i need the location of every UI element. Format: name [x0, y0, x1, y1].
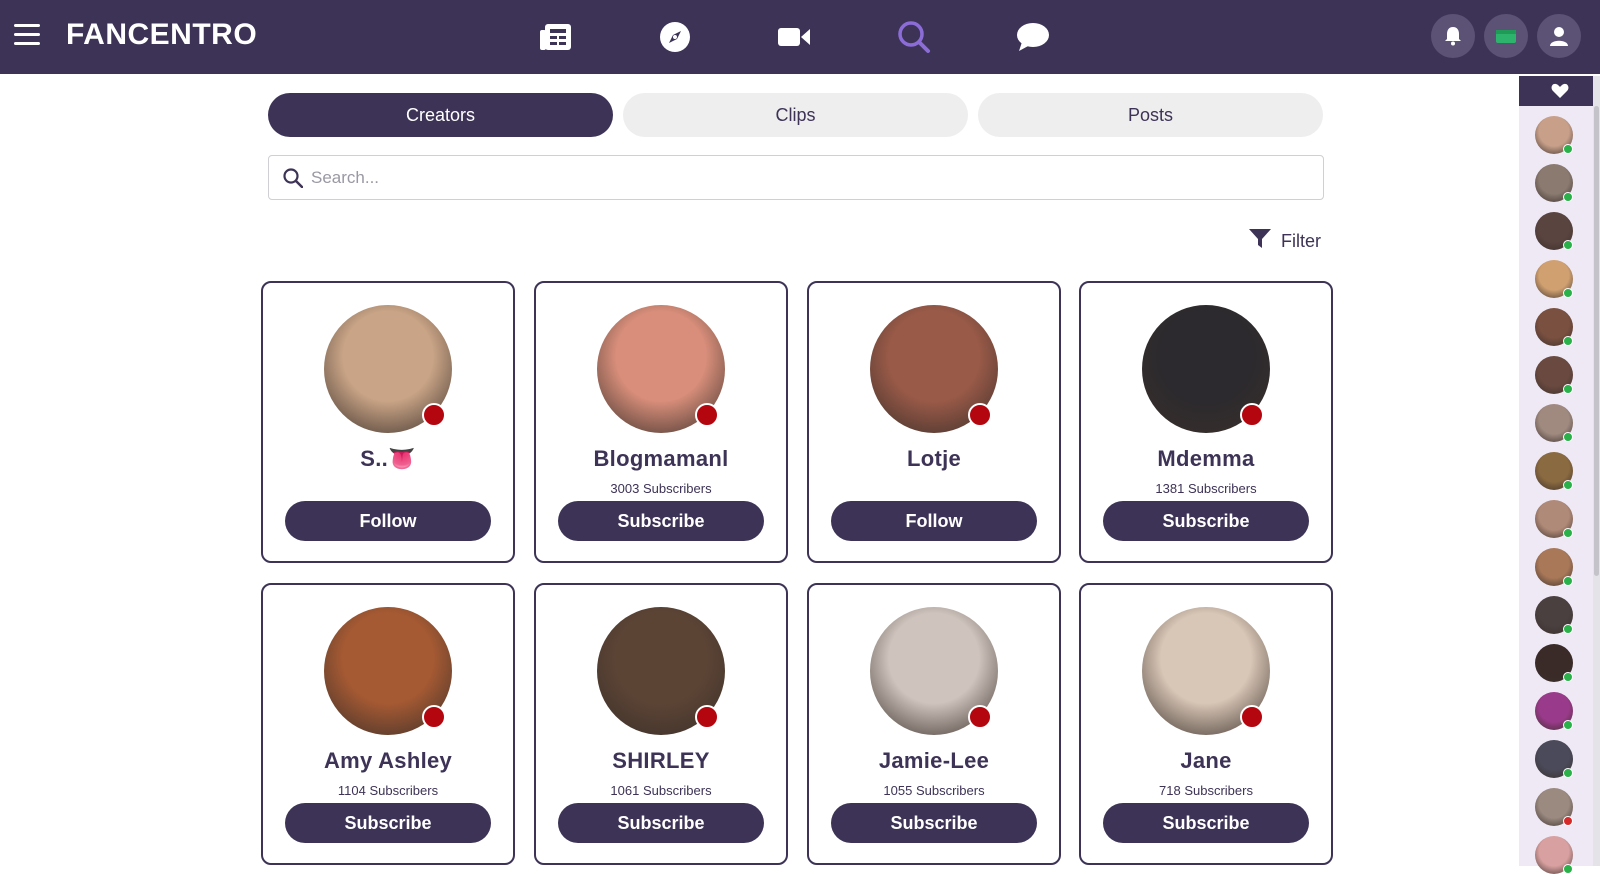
- favorite-creator-avatar[interactable]: [1535, 260, 1573, 298]
- favorite-creator-avatar[interactable]: [1535, 644, 1573, 682]
- feed-icon[interactable]: [536, 17, 576, 57]
- heart-icon[interactable]: [1519, 76, 1600, 106]
- online-status-dot: [1563, 432, 1573, 442]
- online-status-dot: [1563, 240, 1573, 250]
- creator-name[interactable]: Amy Ashley: [263, 748, 513, 774]
- tab-creators[interactable]: Creators: [268, 93, 613, 137]
- online-status-dot: [1563, 816, 1573, 826]
- filter-label: Filter: [1281, 231, 1321, 251]
- follow-button[interactable]: Follow: [285, 501, 491, 541]
- favorite-creator-avatar[interactable]: [1535, 500, 1573, 538]
- content-type-tabs: Creators Clips Posts: [268, 93, 1324, 137]
- creator-name[interactable]: Blogmamanl: [536, 446, 786, 472]
- compass-icon[interactable]: [655, 17, 695, 57]
- creator-name[interactable]: Lotje: [809, 446, 1059, 472]
- live-status-badge: [422, 705, 446, 729]
- search-box: [268, 155, 1324, 200]
- online-status-dot: [1563, 192, 1573, 202]
- tab-clips[interactable]: Clips: [623, 93, 968, 137]
- favorite-creator-avatar[interactable]: [1535, 308, 1573, 346]
- favorite-creator-avatar[interactable]: [1535, 740, 1573, 778]
- online-status-dot: [1563, 720, 1573, 730]
- search-input[interactable]: [311, 162, 1291, 193]
- subscriber-count: 3003 Subscribers: [610, 481, 712, 496]
- logo[interactable]: FANCENTRO: [66, 18, 257, 52]
- profile-avatar-icon[interactable]: [1537, 14, 1581, 58]
- creator-card[interactable]: Blogmamanl 3003 Subscribers Subscribe: [534, 281, 788, 563]
- favorite-creator-avatar[interactable]: [1535, 212, 1573, 250]
- creator-card[interactable]: Jamie-Lee 1055 Subscribers Subscribe: [807, 583, 1061, 865]
- top-navbar: FANCENTRO: [0, 0, 1600, 74]
- favorite-creator-avatar[interactable]: [1535, 116, 1573, 154]
- live-status-badge: [1240, 403, 1264, 427]
- chat-icon[interactable]: [1013, 17, 1053, 57]
- live-status-badge: [968, 705, 992, 729]
- subscribe-button[interactable]: Subscribe: [1103, 803, 1309, 843]
- filter-icon: [1249, 229, 1271, 254]
- online-status-dot: [1563, 384, 1573, 394]
- favorite-creator-avatar[interactable]: [1535, 404, 1573, 442]
- subscriber-count: 1061 Subscribers: [610, 783, 712, 798]
- creator-card[interactable]: Amy Ashley 1104 Subscribers Subscribe: [261, 583, 515, 865]
- favorite-creator-avatar[interactable]: [1535, 164, 1573, 202]
- favorite-creator-avatar[interactable]: [1535, 596, 1573, 634]
- online-status-dot: [1563, 768, 1573, 778]
- creator-name[interactable]: SHIRLEY: [536, 748, 786, 774]
- tab-posts[interactable]: Posts: [978, 93, 1323, 137]
- online-status-dot: [1563, 336, 1573, 346]
- creator-name[interactable]: Jamie-Lee: [809, 748, 1059, 774]
- menu-icon[interactable]: [14, 24, 40, 46]
- creator-card[interactable]: Mdemma 1381 Subscribers Subscribe: [1079, 281, 1333, 563]
- creator-card[interactable]: Jane 718 Subscribers Subscribe: [1079, 583, 1333, 865]
- live-status-badge: [695, 705, 719, 729]
- online-status-dot: [1563, 288, 1573, 298]
- live-status-badge: [422, 403, 446, 427]
- creator-name[interactable]: Mdemma: [1081, 446, 1331, 472]
- subscribe-button[interactable]: Subscribe: [1103, 501, 1309, 541]
- subscribe-button[interactable]: Subscribe: [831, 803, 1037, 843]
- favorite-creator-avatar[interactable]: [1535, 452, 1573, 490]
- follow-button[interactable]: Follow: [831, 501, 1037, 541]
- favorite-creator-avatar[interactable]: [1535, 788, 1573, 826]
- notification-bell-icon[interactable]: [1431, 14, 1475, 58]
- online-status-dot: [1563, 672, 1573, 682]
- subscribe-button[interactable]: Subscribe: [558, 803, 764, 843]
- filter-button[interactable]: Filter: [1249, 229, 1321, 254]
- creator-card[interactable]: SHIRLEY 1061 Subscribers Subscribe: [534, 583, 788, 865]
- creator-name[interactable]: S..👅: [263, 446, 513, 472]
- subscriber-count: 718 Subscribers: [1159, 783, 1253, 798]
- online-status-dot: [1563, 144, 1573, 154]
- video-icon[interactable]: [774, 17, 814, 57]
- favorites-sidebar: [1519, 76, 1600, 874]
- online-status-dot: [1563, 480, 1573, 490]
- sidebar-scrollbar[interactable]: [1593, 76, 1600, 866]
- creator-card[interactable]: Lotje Follow: [807, 281, 1061, 563]
- live-status-badge: [1240, 705, 1264, 729]
- subscribe-button[interactable]: Subscribe: [558, 501, 764, 541]
- online-status-dot: [1563, 624, 1573, 634]
- live-status-badge: [968, 403, 992, 427]
- favorite-creator-avatar[interactable]: [1535, 548, 1573, 586]
- live-status-badge: [695, 403, 719, 427]
- search-icon[interactable]: [894, 17, 934, 57]
- subscriber-count: 1055 Subscribers: [883, 783, 985, 798]
- online-status-dot: [1563, 576, 1573, 586]
- subscriber-count: 1381 Subscribers: [1155, 481, 1257, 496]
- favorite-creator-avatar[interactable]: [1535, 692, 1573, 730]
- creator-card[interactable]: S..👅 Follow: [261, 281, 515, 563]
- search-icon: [283, 168, 304, 193]
- favorite-creator-avatar[interactable]: [1535, 356, 1573, 394]
- online-status-dot: [1563, 528, 1573, 538]
- favorite-creator-avatar[interactable]: [1535, 836, 1573, 874]
- subscribe-button[interactable]: Subscribe: [285, 803, 491, 843]
- subscriber-count: 1104 Subscribers: [337, 783, 439, 798]
- creator-name[interactable]: Jane: [1081, 748, 1331, 774]
- wallet-icon[interactable]: [1484, 14, 1528, 58]
